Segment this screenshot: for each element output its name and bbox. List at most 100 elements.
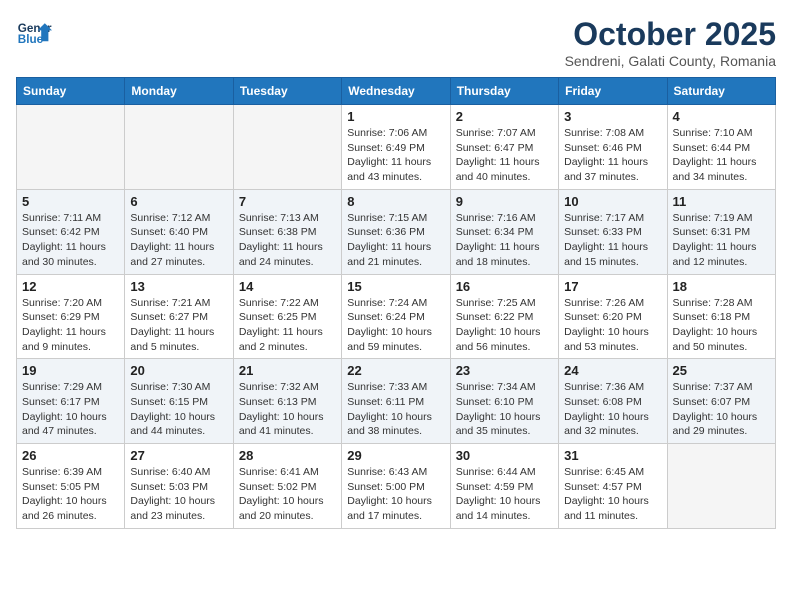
weekday-header-tuesday: Tuesday	[233, 78, 341, 105]
day-info: Sunrise: 7:37 AM Sunset: 6:07 PM Dayligh…	[673, 380, 770, 439]
day-number: 26	[22, 448, 119, 463]
day-info: Sunrise: 7:12 AM Sunset: 6:40 PM Dayligh…	[130, 211, 227, 270]
day-number: 31	[564, 448, 661, 463]
calendar-week-row: 5Sunrise: 7:11 AM Sunset: 6:42 PM Daylig…	[17, 189, 776, 274]
logo: General Blue	[16, 16, 52, 52]
calendar-week-row: 1Sunrise: 7:06 AM Sunset: 6:49 PM Daylig…	[17, 105, 776, 190]
day-info: Sunrise: 6:44 AM Sunset: 4:59 PM Dayligh…	[456, 465, 553, 524]
day-number: 19	[22, 363, 119, 378]
day-info: Sunrise: 7:22 AM Sunset: 6:25 PM Dayligh…	[239, 296, 336, 355]
weekday-header-monday: Monday	[125, 78, 233, 105]
calendar-day-cell: 3 Sunrise: 7:08 AM Sunset: 6:46 PM Daylig…	[559, 105, 667, 190]
day-number: 7	[239, 194, 336, 209]
calendar-day-cell	[17, 105, 125, 190]
calendar-day-cell: 31 Sunrise: 6:45 AM Sunset: 4:57 PM Dayli…	[559, 444, 667, 529]
day-info: Sunrise: 6:43 AM Sunset: 5:00 PM Dayligh…	[347, 465, 444, 524]
calendar-day-cell: 1Sunrise: 7:06 AM Sunset: 6:49 PM Daylig…	[342, 105, 450, 190]
calendar-table: SundayMondayTuesdayWednesdayThursdayFrid…	[16, 77, 776, 529]
day-info: Sunrise: 7:10 AM Sunset: 6:44 PM Dayligh…	[673, 126, 770, 185]
day-number: 2	[456, 109, 553, 124]
day-info: Sunrise: 7:11 AM Sunset: 6:42 PM Dayligh…	[22, 211, 119, 270]
day-info: Sunrise: 7:15 AM Sunset: 6:36 PM Dayligh…	[347, 211, 444, 270]
day-info: Sunrise: 7:25 AM Sunset: 6:22 PM Dayligh…	[456, 296, 553, 355]
day-info: Sunrise: 7:36 AM Sunset: 6:08 PM Dayligh…	[564, 380, 661, 439]
day-info: Sunrise: 7:29 AM Sunset: 6:17 PM Dayligh…	[22, 380, 119, 439]
day-info: Sunrise: 7:33 AM Sunset: 6:11 PM Dayligh…	[347, 380, 444, 439]
calendar-day-cell: 26 Sunrise: 6:39 AM Sunset: 5:05 PM Dayli…	[17, 444, 125, 529]
day-number: 8	[347, 194, 444, 209]
day-info: Sunrise: 7:21 AM Sunset: 6:27 PM Dayligh…	[130, 296, 227, 355]
calendar-week-row: 19 Sunrise: 7:29 AM Sunset: 6:17 PM Dayli…	[17, 359, 776, 444]
calendar-day-cell: 7Sunrise: 7:13 AM Sunset: 6:38 PM Daylig…	[233, 189, 341, 274]
day-number: 1	[347, 109, 444, 124]
calendar-day-cell: 14 Sunrise: 7:22 AM Sunset: 6:25 PM Dayli…	[233, 274, 341, 359]
day-info: Sunrise: 7:30 AM Sunset: 6:15 PM Dayligh…	[130, 380, 227, 439]
calendar-day-cell: 15Sunrise: 7:24 AM Sunset: 6:24 PM Dayli…	[342, 274, 450, 359]
calendar-day-cell: 11Sunrise: 7:19 AM Sunset: 6:31 PM Dayli…	[667, 189, 775, 274]
calendar-day-cell: 13 Sunrise: 7:21 AM Sunset: 6:27 PM Dayli…	[125, 274, 233, 359]
day-info: Sunrise: 7:07 AM Sunset: 6:47 PM Dayligh…	[456, 126, 553, 185]
weekday-header-friday: Friday	[559, 78, 667, 105]
title-block: October 2025 Sendreni, Galati County, Ro…	[565, 16, 776, 69]
day-info: Sunrise: 7:16 AM Sunset: 6:34 PM Dayligh…	[456, 211, 553, 270]
day-number: 9	[456, 194, 553, 209]
calendar-day-cell: 27 Sunrise: 6:40 AM Sunset: 5:03 PM Dayli…	[125, 444, 233, 529]
day-number: 11	[673, 194, 770, 209]
calendar-day-cell: 6 Sunrise: 7:12 AM Sunset: 6:40 PM Daylig…	[125, 189, 233, 274]
day-number: 25	[673, 363, 770, 378]
day-number: 23	[456, 363, 553, 378]
calendar-day-cell: 10Sunrise: 7:17 AM Sunset: 6:33 PM Dayli…	[559, 189, 667, 274]
calendar-day-cell: 24 Sunrise: 7:36 AM Sunset: 6:08 PM Dayli…	[559, 359, 667, 444]
day-info: Sunrise: 7:08 AM Sunset: 6:46 PM Dayligh…	[564, 126, 661, 185]
day-number: 6	[130, 194, 227, 209]
calendar-day-cell: 29 Sunrise: 6:43 AM Sunset: 5:00 PM Dayli…	[342, 444, 450, 529]
day-number: 13	[130, 279, 227, 294]
day-number: 21	[239, 363, 336, 378]
weekday-header-sunday: Sunday	[17, 78, 125, 105]
calendar-day-cell: 16Sunrise: 7:25 AM Sunset: 6:22 PM Dayli…	[450, 274, 558, 359]
day-number: 15	[347, 279, 444, 294]
day-number: 18	[673, 279, 770, 294]
day-info: Sunrise: 6:40 AM Sunset: 5:03 PM Dayligh…	[130, 465, 227, 524]
calendar-day-cell: 23Sunrise: 7:34 AM Sunset: 6:10 PM Dayli…	[450, 359, 558, 444]
calendar-title: October 2025	[565, 16, 776, 53]
day-number: 14	[239, 279, 336, 294]
day-info: Sunrise: 6:41 AM Sunset: 5:02 PM Dayligh…	[239, 465, 336, 524]
day-info: Sunrise: 7:20 AM Sunset: 6:29 PM Dayligh…	[22, 296, 119, 355]
calendar-day-cell: 5Sunrise: 7:11 AM Sunset: 6:42 PM Daylig…	[17, 189, 125, 274]
calendar-day-cell: 22 Sunrise: 7:33 AM Sunset: 6:11 PM Dayli…	[342, 359, 450, 444]
calendar-day-cell: 8 Sunrise: 7:15 AM Sunset: 6:36 PM Daylig…	[342, 189, 450, 274]
day-number: 24	[564, 363, 661, 378]
day-number: 3	[564, 109, 661, 124]
logo-icon: General Blue	[16, 16, 52, 52]
day-number: 12	[22, 279, 119, 294]
calendar-day-cell: 17Sunrise: 7:26 AM Sunset: 6:20 PM Dayli…	[559, 274, 667, 359]
weekday-header-thursday: Thursday	[450, 78, 558, 105]
day-info: Sunrise: 6:39 AM Sunset: 5:05 PM Dayligh…	[22, 465, 119, 524]
page-header: General Blue October 2025 Sendreni, Gala…	[16, 16, 776, 69]
calendar-day-cell: 2 Sunrise: 7:07 AM Sunset: 6:47 PM Daylig…	[450, 105, 558, 190]
calendar-day-cell	[125, 105, 233, 190]
day-info: Sunrise: 7:17 AM Sunset: 6:33 PM Dayligh…	[564, 211, 661, 270]
calendar-day-cell: 30 Sunrise: 6:44 AM Sunset: 4:59 PM Dayli…	[450, 444, 558, 529]
day-number: 29	[347, 448, 444, 463]
day-number: 22	[347, 363, 444, 378]
weekday-header-wednesday: Wednesday	[342, 78, 450, 105]
day-number: 30	[456, 448, 553, 463]
day-number: 28	[239, 448, 336, 463]
calendar-day-cell: 9 Sunrise: 7:16 AM Sunset: 6:34 PM Daylig…	[450, 189, 558, 274]
calendar-day-cell: 25 Sunrise: 7:37 AM Sunset: 6:07 PM Dayli…	[667, 359, 775, 444]
calendar-week-row: 26 Sunrise: 6:39 AM Sunset: 5:05 PM Dayli…	[17, 444, 776, 529]
calendar-day-cell: 21Sunrise: 7:32 AM Sunset: 6:13 PM Dayli…	[233, 359, 341, 444]
day-info: Sunrise: 7:26 AM Sunset: 6:20 PM Dayligh…	[564, 296, 661, 355]
svg-text:Blue: Blue	[18, 33, 44, 46]
calendar-day-cell: 4Sunrise: 7:10 AM Sunset: 6:44 PM Daylig…	[667, 105, 775, 190]
calendar-week-row: 12 Sunrise: 7:20 AM Sunset: 6:29 PM Dayli…	[17, 274, 776, 359]
weekday-header-row: SundayMondayTuesdayWednesdayThursdayFrid…	[17, 78, 776, 105]
day-number: 20	[130, 363, 227, 378]
day-info: Sunrise: 7:28 AM Sunset: 6:18 PM Dayligh…	[673, 296, 770, 355]
day-info: Sunrise: 6:45 AM Sunset: 4:57 PM Dayligh…	[564, 465, 661, 524]
calendar-day-cell	[667, 444, 775, 529]
calendar-day-cell: 19 Sunrise: 7:29 AM Sunset: 6:17 PM Dayli…	[17, 359, 125, 444]
day-number: 27	[130, 448, 227, 463]
